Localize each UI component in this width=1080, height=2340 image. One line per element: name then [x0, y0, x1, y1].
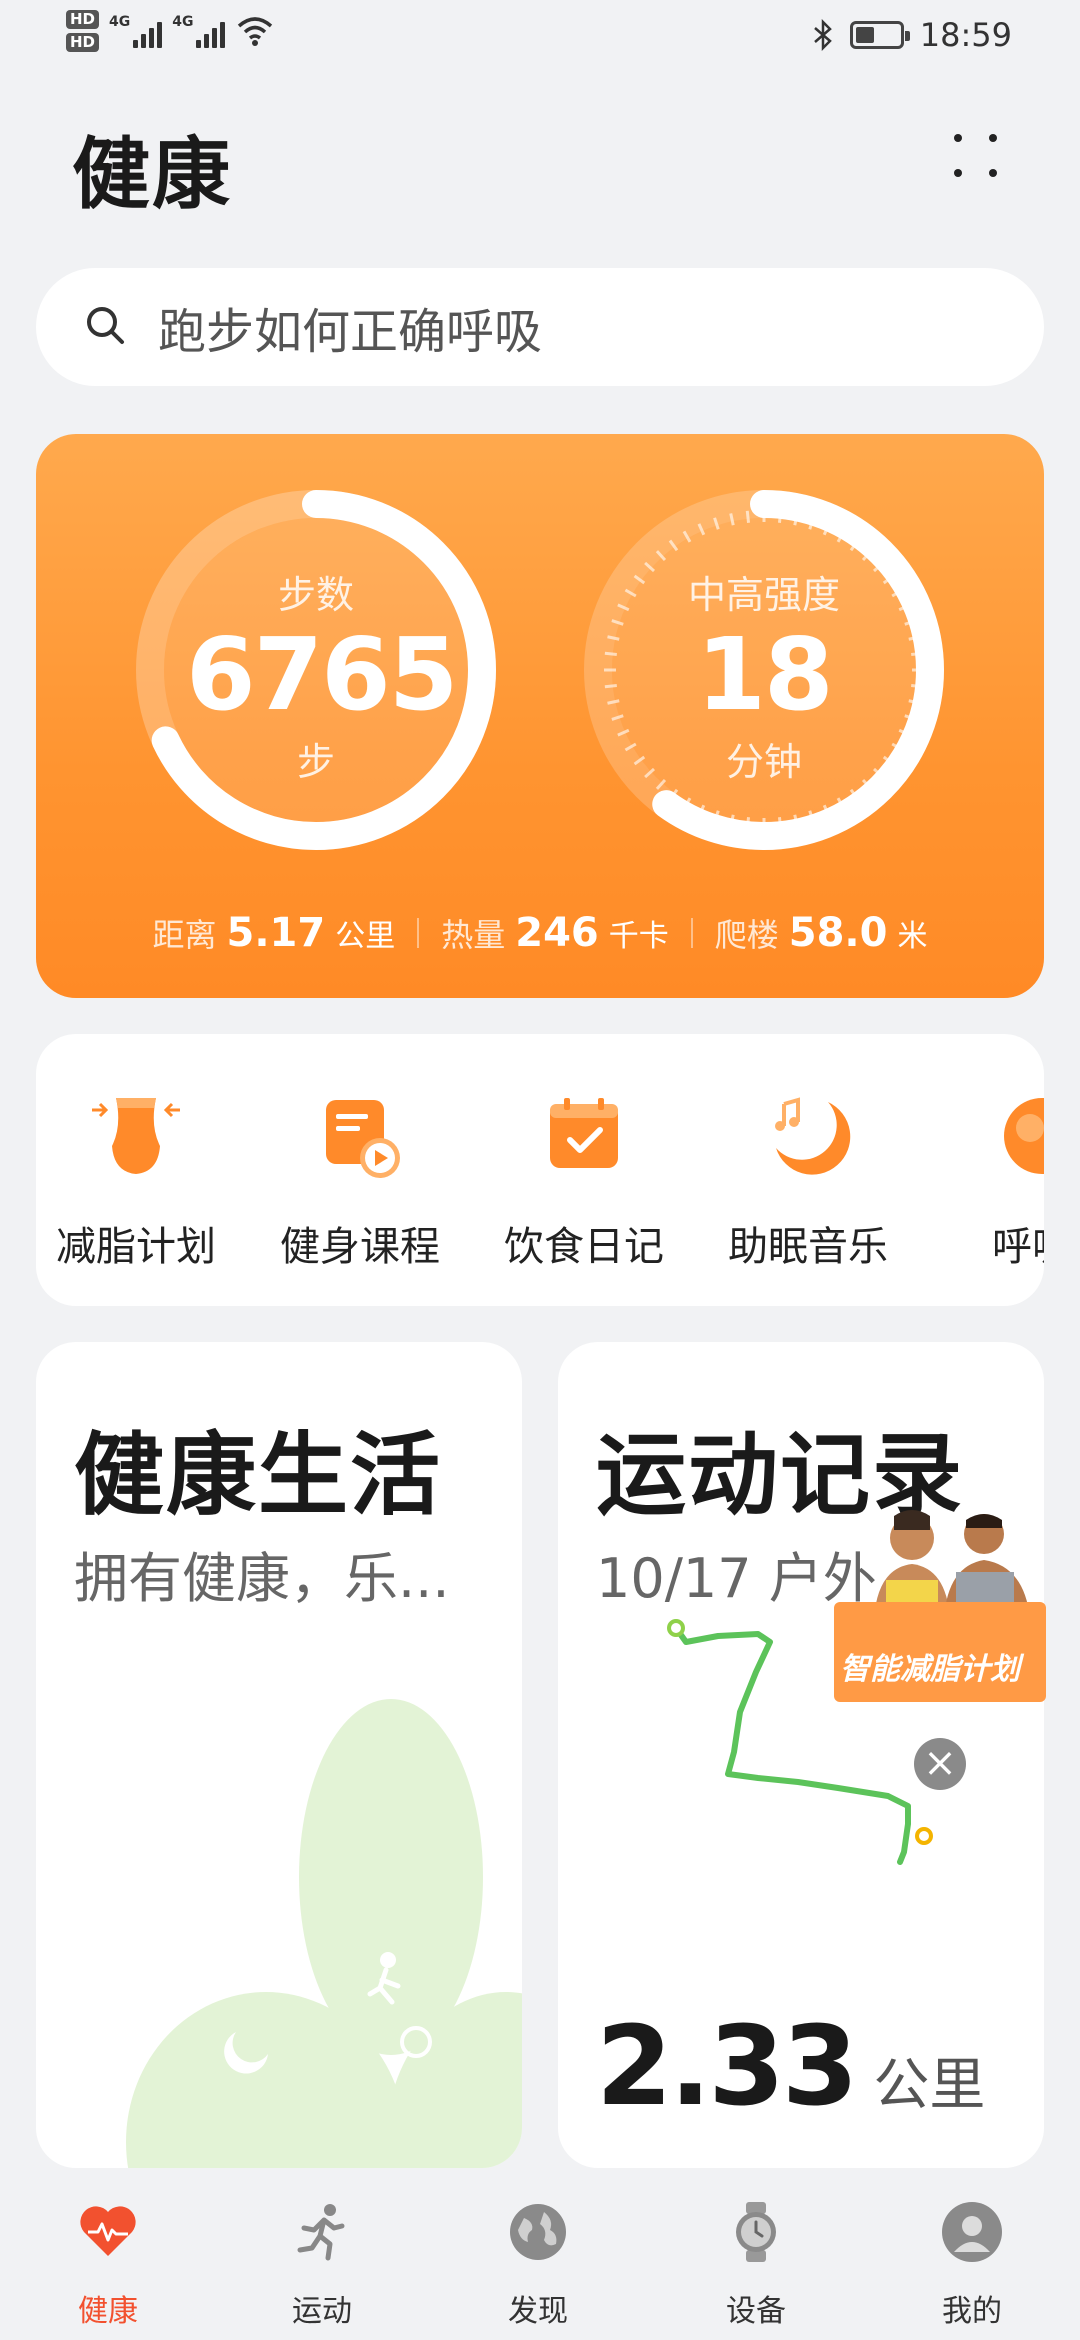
- bluetooth-icon: [813, 19, 832, 51]
- distance-value: 2.33: [596, 2002, 858, 2130]
- tool-fitness-course[interactable]: 健身课程: [260, 1086, 460, 1272]
- tool-label: 呼吸: [992, 1224, 1044, 1270]
- activity-stats: 距离 5.17 公里 热量 246 千卡 爬楼 58.0 米: [36, 910, 1044, 956]
- search-placeholder: 跑步如何正确呼吸: [158, 304, 543, 360]
- status-bar: HD HD 4G 4G 18:59: [0, 0, 1080, 72]
- intensity-ring[interactable]: 中高强度 18 分钟: [634, 564, 894, 786]
- clock: 18:59: [919, 16, 1012, 54]
- nav-exercise[interactable]: 运动: [252, 2200, 392, 2330]
- nav-label: 健康: [78, 2294, 138, 2329]
- workout-distance: 2.33 公里: [596, 2002, 985, 2130]
- tool-label: 助眠音乐: [728, 1224, 888, 1270]
- calories-value: 246: [515, 910, 599, 956]
- steps-ring[interactable]: 步数 6765 步: [186, 564, 458, 786]
- hd-badge-1: HD: [66, 10, 100, 29]
- globe-icon: [510, 2204, 566, 2260]
- tool-diet-diary[interactable]: 饮食日记: [484, 1086, 684, 1272]
- heart-pulse-icon: [80, 2206, 136, 2256]
- search-icon: [87, 307, 124, 344]
- system-status: 18:59: [812, 16, 1012, 54]
- nav-label: 设备: [726, 2294, 786, 2329]
- tool-label: 健身课程: [280, 1224, 440, 1270]
- intensity-label: 中高强度: [687, 573, 840, 617]
- intensity-value: 18: [696, 616, 833, 733]
- user-icon: [942, 2202, 1002, 2262]
- workout-record-card[interactable]: 运动记录 10/17 户外 2.33 公里: [558, 1342, 1044, 2168]
- tool-sleep-music[interactable]: 助眠音乐: [708, 1086, 908, 1272]
- nav-profile[interactable]: 我的: [902, 2200, 1042, 2330]
- promo-text: 智能减脂计划: [840, 1652, 1020, 1687]
- nav-discover[interactable]: 发现: [468, 2200, 608, 2330]
- tool-fat-loss-plan[interactable]: 减脂计划: [36, 1086, 236, 1272]
- quick-tools: 减脂计划 健身课程 饮食日记 助眠音乐 呼: [36, 1034, 1044, 1306]
- steps-value: 6765: [186, 616, 458, 733]
- ring-tick: [604, 651, 617, 657]
- calories-unit: 千卡: [608, 919, 669, 954]
- wifi-icon: [238, 17, 273, 46]
- floors-unit: 米: [897, 919, 928, 954]
- video-course-icon: [326, 1100, 400, 1178]
- search-bar[interactable]: 跑步如何正确呼吸: [36, 268, 1044, 386]
- tool-label: 饮食日记: [504, 1224, 664, 1270]
- running-icon: [297, 2204, 345, 2261]
- network-type-1: 4G: [109, 14, 131, 30]
- divider: [417, 918, 420, 948]
- tool-breathing[interactable]: 呼吸: [932, 1086, 1044, 1272]
- nav-health[interactable]: 健康: [38, 2200, 178, 2330]
- healthy-life-card[interactable]: 健康生活 拥有健康，乐...: [36, 1342, 522, 2168]
- distance-unit: 公里: [335, 919, 396, 954]
- hd-indicators: HD HD: [66, 10, 100, 52]
- watch-icon: [736, 2202, 776, 2262]
- distance-unit: 公里: [873, 2053, 986, 2118]
- signal-icon-1: 4G: [109, 14, 163, 48]
- activity-summary-card[interactable]: 步数 6765 步 中高强度 18 分钟 距离 5.17 公里 热量 246 千…: [36, 434, 1044, 998]
- distance-key: 距离: [152, 916, 217, 954]
- route-start-icon: [667, 1619, 685, 1637]
- waist-icon: [92, 1098, 180, 1174]
- steps-label: 步数: [277, 573, 354, 617]
- divider: [690, 918, 693, 948]
- moon-music-icon: [775, 1097, 851, 1175]
- network-type-2: 4G: [172, 14, 194, 30]
- clover-illustration: [126, 1699, 522, 2168]
- floors-key: 爬楼: [714, 916, 779, 954]
- tool-label: 减脂计划: [56, 1224, 216, 1270]
- battery-icon: [849, 21, 910, 49]
- promo-close-icon[interactable]: ×: [914, 1738, 966, 1790]
- network-status: HD HD 4G 4G: [66, 10, 275, 52]
- intensity-unit: 分钟: [725, 740, 802, 784]
- bottom-navigation: 健康 运动 发现 设备 我的: [0, 2180, 1080, 2340]
- promo-banner[interactable]: 智能减脂计划: [834, 1508, 1046, 1702]
- nav-devices[interactable]: 设备: [686, 2200, 826, 2330]
- breath-icon: [1004, 1098, 1044, 1174]
- hd-badge-2: HD: [66, 33, 100, 52]
- floors-value: 58.0: [788, 910, 888, 956]
- page-title: 健康: [72, 130, 233, 220]
- ring-tick: [745, 510, 751, 523]
- more-options-icon[interactable]: [954, 134, 1000, 180]
- calendar-check-icon: [550, 1098, 618, 1168]
- nav-label: 运动: [292, 2294, 352, 2329]
- distance-value: 5.17: [226, 910, 326, 956]
- signal-icon-2: 4G: [172, 14, 226, 48]
- nav-label: 我的: [942, 2294, 1002, 2329]
- route-end-icon: [915, 1827, 933, 1845]
- calories-key: 热量: [441, 916, 506, 954]
- ring-tick: [604, 683, 617, 689]
- nav-label: 发现: [508, 2294, 568, 2329]
- steps-unit: 步: [296, 740, 335, 784]
